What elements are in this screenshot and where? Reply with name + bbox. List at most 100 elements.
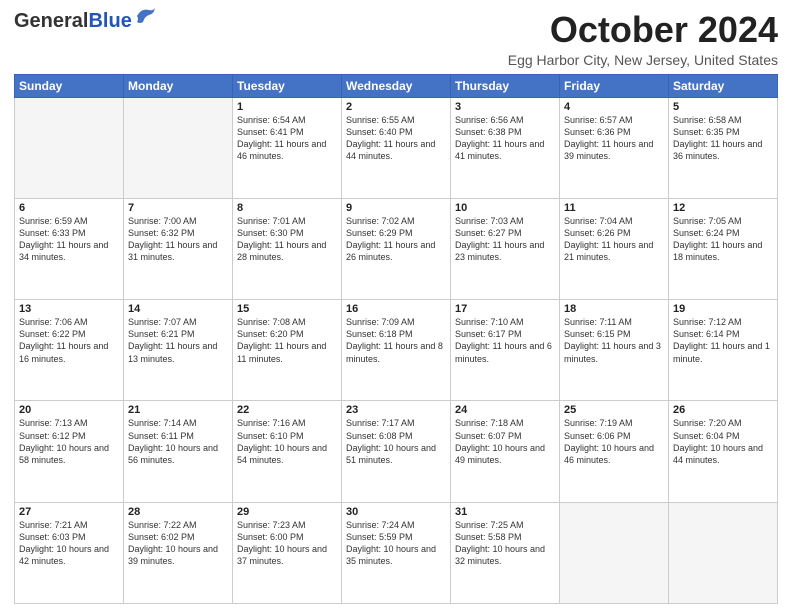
header: GeneralBlue October 2024 Egg Harbor City… bbox=[14, 10, 778, 68]
calendar-table: SundayMondayTuesdayWednesdayThursdayFrid… bbox=[14, 74, 778, 604]
day-number: 26 bbox=[673, 404, 773, 416]
calendar-cell: 2Sunrise: 6:55 AM Sunset: 6:40 PM Daylig… bbox=[342, 97, 451, 198]
day-number: 21 bbox=[128, 404, 228, 416]
day-info: Sunrise: 7:20 AM Sunset: 6:04 PM Dayligh… bbox=[673, 417, 773, 466]
calendar-cell bbox=[669, 502, 778, 603]
page: GeneralBlue October 2024 Egg Harbor City… bbox=[0, 0, 792, 612]
calendar-cell: 28Sunrise: 7:22 AM Sunset: 6:02 PM Dayli… bbox=[124, 502, 233, 603]
day-number: 7 bbox=[128, 202, 228, 214]
day-info: Sunrise: 7:11 AM Sunset: 6:15 PM Dayligh… bbox=[564, 316, 664, 365]
day-info: Sunrise: 6:55 AM Sunset: 6:40 PM Dayligh… bbox=[346, 114, 446, 163]
day-info: Sunrise: 7:12 AM Sunset: 6:14 PM Dayligh… bbox=[673, 316, 773, 365]
weekday-header-thursday: Thursday bbox=[451, 74, 560, 97]
calendar-cell bbox=[560, 502, 669, 603]
day-info: Sunrise: 7:18 AM Sunset: 6:07 PM Dayligh… bbox=[455, 417, 555, 466]
calendar-cell: 18Sunrise: 7:11 AM Sunset: 6:15 PM Dayli… bbox=[560, 300, 669, 401]
calendar-cell: 8Sunrise: 7:01 AM Sunset: 6:30 PM Daylig… bbox=[233, 198, 342, 299]
calendar-cell: 10Sunrise: 7:03 AM Sunset: 6:27 PM Dayli… bbox=[451, 198, 560, 299]
day-number: 10 bbox=[455, 202, 555, 214]
day-number: 22 bbox=[237, 404, 337, 416]
day-info: Sunrise: 7:09 AM Sunset: 6:18 PM Dayligh… bbox=[346, 316, 446, 365]
day-number: 3 bbox=[455, 101, 555, 113]
day-info: Sunrise: 7:19 AM Sunset: 6:06 PM Dayligh… bbox=[564, 417, 664, 466]
day-number: 5 bbox=[673, 101, 773, 113]
weekday-header-friday: Friday bbox=[560, 74, 669, 97]
day-info: Sunrise: 7:00 AM Sunset: 6:32 PM Dayligh… bbox=[128, 215, 228, 264]
day-info: Sunrise: 7:03 AM Sunset: 6:27 PM Dayligh… bbox=[455, 215, 555, 264]
day-number: 11 bbox=[564, 202, 664, 214]
calendar-cell: 6Sunrise: 6:59 AM Sunset: 6:33 PM Daylig… bbox=[15, 198, 124, 299]
day-info: Sunrise: 6:56 AM Sunset: 6:38 PM Dayligh… bbox=[455, 114, 555, 163]
week-row-5: 27Sunrise: 7:21 AM Sunset: 6:03 PM Dayli… bbox=[15, 502, 778, 603]
week-row-3: 13Sunrise: 7:06 AM Sunset: 6:22 PM Dayli… bbox=[15, 300, 778, 401]
calendar-cell: 29Sunrise: 7:23 AM Sunset: 6:00 PM Dayli… bbox=[233, 502, 342, 603]
weekday-header-tuesday: Tuesday bbox=[233, 74, 342, 97]
day-info: Sunrise: 7:17 AM Sunset: 6:08 PM Dayligh… bbox=[346, 417, 446, 466]
day-number: 2 bbox=[346, 101, 446, 113]
week-row-1: 1Sunrise: 6:54 AM Sunset: 6:41 PM Daylig… bbox=[15, 97, 778, 198]
day-info: Sunrise: 7:21 AM Sunset: 6:03 PM Dayligh… bbox=[19, 519, 119, 568]
calendar-cell: 15Sunrise: 7:08 AM Sunset: 6:20 PM Dayli… bbox=[233, 300, 342, 401]
calendar-cell: 17Sunrise: 7:10 AM Sunset: 6:17 PM Dayli… bbox=[451, 300, 560, 401]
day-number: 6 bbox=[19, 202, 119, 214]
day-number: 4 bbox=[564, 101, 664, 113]
day-info: Sunrise: 6:57 AM Sunset: 6:36 PM Dayligh… bbox=[564, 114, 664, 163]
title-block: October 2024 Egg Harbor City, New Jersey… bbox=[508, 10, 778, 68]
day-info: Sunrise: 7:13 AM Sunset: 6:12 PM Dayligh… bbox=[19, 417, 119, 466]
calendar-cell: 13Sunrise: 7:06 AM Sunset: 6:22 PM Dayli… bbox=[15, 300, 124, 401]
day-info: Sunrise: 6:54 AM Sunset: 6:41 PM Dayligh… bbox=[237, 114, 337, 163]
day-number: 28 bbox=[128, 506, 228, 518]
day-info: Sunrise: 7:25 AM Sunset: 5:58 PM Dayligh… bbox=[455, 519, 555, 568]
day-number: 30 bbox=[346, 506, 446, 518]
calendar-cell: 11Sunrise: 7:04 AM Sunset: 6:26 PM Dayli… bbox=[560, 198, 669, 299]
day-number: 14 bbox=[128, 303, 228, 315]
calendar-cell: 31Sunrise: 7:25 AM Sunset: 5:58 PM Dayli… bbox=[451, 502, 560, 603]
calendar-cell: 14Sunrise: 7:07 AM Sunset: 6:21 PM Dayli… bbox=[124, 300, 233, 401]
calendar-cell: 27Sunrise: 7:21 AM Sunset: 6:03 PM Dayli… bbox=[15, 502, 124, 603]
calendar-cell bbox=[15, 97, 124, 198]
day-info: Sunrise: 7:07 AM Sunset: 6:21 PM Dayligh… bbox=[128, 316, 228, 365]
logo: GeneralBlue bbox=[14, 10, 157, 31]
day-info: Sunrise: 6:58 AM Sunset: 6:35 PM Dayligh… bbox=[673, 114, 773, 163]
day-number: 8 bbox=[237, 202, 337, 214]
day-info: Sunrise: 7:02 AM Sunset: 6:29 PM Dayligh… bbox=[346, 215, 446, 264]
calendar-cell: 5Sunrise: 6:58 AM Sunset: 6:35 PM Daylig… bbox=[669, 97, 778, 198]
day-info: Sunrise: 7:23 AM Sunset: 6:00 PM Dayligh… bbox=[237, 519, 337, 568]
calendar-cell: 23Sunrise: 7:17 AM Sunset: 6:08 PM Dayli… bbox=[342, 401, 451, 502]
day-info: Sunrise: 7:22 AM Sunset: 6:02 PM Dayligh… bbox=[128, 519, 228, 568]
calendar-cell: 22Sunrise: 7:16 AM Sunset: 6:10 PM Dayli… bbox=[233, 401, 342, 502]
day-info: Sunrise: 7:04 AM Sunset: 6:26 PM Dayligh… bbox=[564, 215, 664, 264]
day-info: Sunrise: 7:24 AM Sunset: 5:59 PM Dayligh… bbox=[346, 519, 446, 568]
day-info: Sunrise: 7:14 AM Sunset: 6:11 PM Dayligh… bbox=[128, 417, 228, 466]
day-info: Sunrise: 7:10 AM Sunset: 6:17 PM Dayligh… bbox=[455, 316, 555, 365]
month-title: October 2024 bbox=[508, 10, 778, 50]
calendar-cell: 4Sunrise: 6:57 AM Sunset: 6:36 PM Daylig… bbox=[560, 97, 669, 198]
week-row-4: 20Sunrise: 7:13 AM Sunset: 6:12 PM Dayli… bbox=[15, 401, 778, 502]
day-number: 12 bbox=[673, 202, 773, 214]
calendar-cell: 1Sunrise: 6:54 AM Sunset: 6:41 PM Daylig… bbox=[233, 97, 342, 198]
calendar-cell: 25Sunrise: 7:19 AM Sunset: 6:06 PM Dayli… bbox=[560, 401, 669, 502]
weekday-header-sunday: Sunday bbox=[15, 74, 124, 97]
day-info: Sunrise: 7:08 AM Sunset: 6:20 PM Dayligh… bbox=[237, 316, 337, 365]
day-number: 17 bbox=[455, 303, 555, 315]
calendar-cell: 19Sunrise: 7:12 AM Sunset: 6:14 PM Dayli… bbox=[669, 300, 778, 401]
day-number: 31 bbox=[455, 506, 555, 518]
day-number: 25 bbox=[564, 404, 664, 416]
calendar-cell: 12Sunrise: 7:05 AM Sunset: 6:24 PM Dayli… bbox=[669, 198, 778, 299]
calendar-cell: 30Sunrise: 7:24 AM Sunset: 5:59 PM Dayli… bbox=[342, 502, 451, 603]
logo-general: GeneralBlue bbox=[14, 11, 132, 31]
day-number: 16 bbox=[346, 303, 446, 315]
day-number: 29 bbox=[237, 506, 337, 518]
day-number: 27 bbox=[19, 506, 119, 518]
day-number: 18 bbox=[564, 303, 664, 315]
weekday-header-row: SundayMondayTuesdayWednesdayThursdayFrid… bbox=[15, 74, 778, 97]
day-number: 13 bbox=[19, 303, 119, 315]
weekday-header-saturday: Saturday bbox=[669, 74, 778, 97]
day-info: Sunrise: 7:06 AM Sunset: 6:22 PM Dayligh… bbox=[19, 316, 119, 365]
calendar-cell: 7Sunrise: 7:00 AM Sunset: 6:32 PM Daylig… bbox=[124, 198, 233, 299]
day-info: Sunrise: 6:59 AM Sunset: 6:33 PM Dayligh… bbox=[19, 215, 119, 264]
day-number: 1 bbox=[237, 101, 337, 113]
logo-general-text: General bbox=[14, 10, 88, 32]
calendar-cell bbox=[124, 97, 233, 198]
day-number: 9 bbox=[346, 202, 446, 214]
